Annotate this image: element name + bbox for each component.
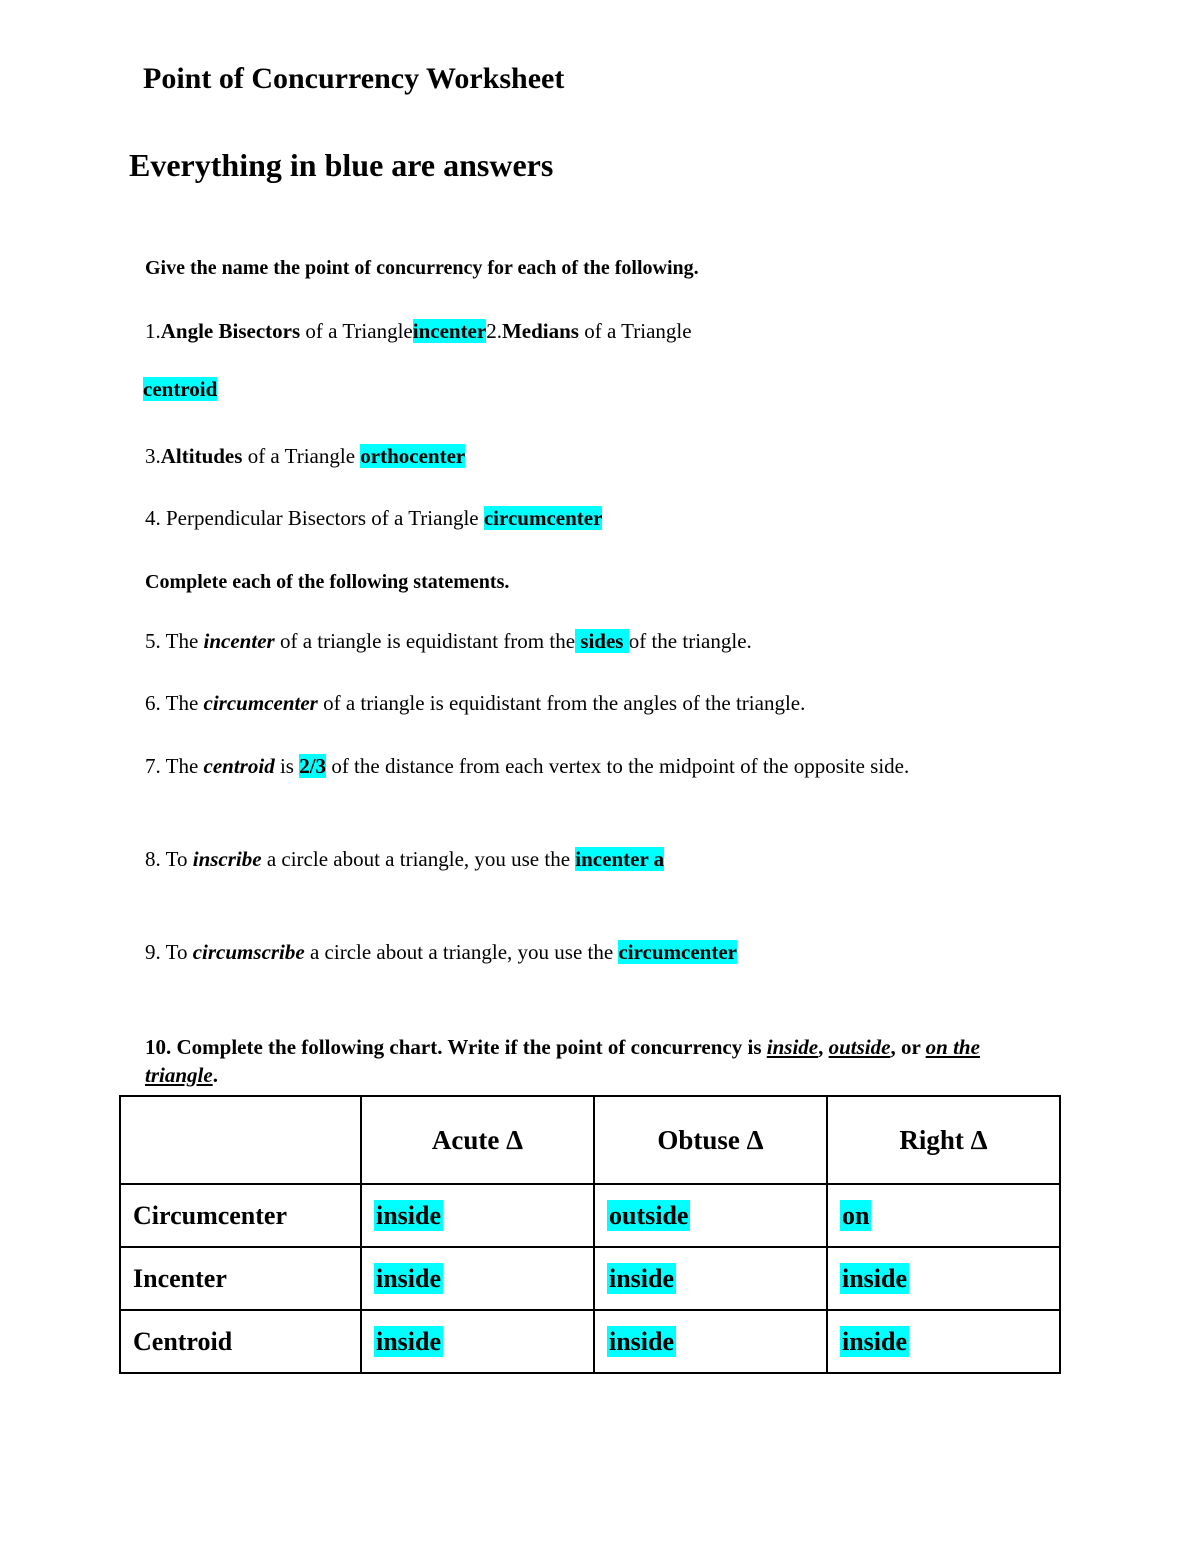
cell-value: inside xyxy=(607,1262,677,1294)
question-6-term: circumcenter xyxy=(203,691,318,715)
question-10-text-end: . xyxy=(212,1063,218,1088)
question-6-number: 6. xyxy=(145,691,161,715)
row-label-circumcenter: Circumcenter xyxy=(119,1183,362,1248)
cell-circumcenter-acute: inside xyxy=(360,1183,595,1248)
question-1-term: Angle Bisectors xyxy=(160,319,301,343)
question-9-text-start: To xyxy=(160,940,193,964)
question-5-text-end: of the triangle. xyxy=(628,629,752,653)
question-5-text-mid: of a triangle is equidistant from the xyxy=(274,629,576,653)
table-row: Circumcenter inside outside on xyxy=(119,1183,1061,1248)
page-title: Point of Concurrency Worksheet xyxy=(143,62,565,95)
question-8-term: inscribe xyxy=(192,847,262,871)
question-1-number: 1. xyxy=(145,319,161,343)
question-7-number: 7. xyxy=(145,754,161,778)
cell-value: inside xyxy=(374,1262,444,1294)
question-2-text: of a Triangle xyxy=(578,319,692,343)
question-5-term: incenter xyxy=(203,629,275,653)
table-row: Centroid inside inside inside xyxy=(119,1309,1061,1374)
question-6-text-start: The xyxy=(160,691,204,715)
question-10-text-comma: , xyxy=(818,1035,829,1059)
cell-incenter-obtuse: inside xyxy=(593,1246,828,1311)
cell-incenter-right: inside xyxy=(826,1246,1061,1311)
worksheet-page: Point of Concurrency Worksheet Everythin… xyxy=(0,0,1200,1553)
question-9-term: circumscribe xyxy=(192,940,305,964)
question-8-text-mid: a circle about a triangle, you use the xyxy=(261,847,576,871)
question-7-text-end: of the distance from each vertex to the … xyxy=(326,754,910,778)
cell-incenter-acute: inside xyxy=(360,1246,595,1311)
page-subtitle: Everything in blue are answers xyxy=(129,147,554,183)
question-10-number: 10. xyxy=(145,1035,172,1059)
question-8-number: 8. xyxy=(145,847,161,871)
question-7-text-mid: is xyxy=(274,754,300,778)
question-3: 3.Altitudes of a Triangle orthocenter xyxy=(145,442,466,470)
question-7-text-start: The xyxy=(160,754,204,778)
question-5-number: 5. xyxy=(145,629,161,653)
question-2-answer-line: centroid xyxy=(143,375,218,403)
cell-centroid-obtuse: inside xyxy=(593,1309,828,1374)
question-5-text-start: The xyxy=(160,629,204,653)
cell-value: inside xyxy=(840,1262,910,1294)
cell-centroid-acute: inside xyxy=(360,1309,595,1374)
question-7-term: centroid xyxy=(203,754,275,778)
question-8-text-start: To xyxy=(160,847,193,871)
question-9-text-mid: a circle about a triangle, you use the xyxy=(304,940,619,964)
question-10-term-outside: outside xyxy=(828,1035,891,1059)
question-10-term-inside: inside xyxy=(766,1035,819,1059)
question-6-text-end: of a triangle is equidistant from the an… xyxy=(317,691,806,715)
question-8-answer: incenter a xyxy=(575,847,665,871)
table-header-right: Right Δ xyxy=(826,1095,1061,1185)
question-1-answer: incenter xyxy=(412,319,487,343)
question-1: 1.Angle Bisectors of a Triangleincenter2… xyxy=(145,317,692,345)
cell-circumcenter-right: on xyxy=(826,1183,1061,1248)
cell-value: on xyxy=(840,1199,872,1231)
question-3-number: 3. xyxy=(145,444,161,468)
question-10-instruction: 10. Complete the following chart. Write … xyxy=(145,1033,1050,1090)
question-9-answer: circumcenter xyxy=(618,940,737,964)
table-header-obtuse: Obtuse Δ xyxy=(593,1095,828,1185)
question-6: 6. The circumcenter of a triangle is equ… xyxy=(145,689,805,717)
question-2-term: Medians xyxy=(501,319,579,343)
question-4-number: 4. xyxy=(145,506,161,530)
cell-value: outside xyxy=(607,1199,691,1231)
question-9: 9. To circumscribe a circle about a tria… xyxy=(145,938,737,966)
cell-value: inside xyxy=(840,1325,910,1357)
question-3-term: Altitudes xyxy=(160,444,243,468)
question-5: 5. The incenter of a triangle is equidis… xyxy=(145,627,752,655)
statements-section-heading: Complete each of the following statement… xyxy=(145,571,510,593)
cell-circumcenter-obtuse: outside xyxy=(593,1183,828,1248)
table-header-corner-cell xyxy=(119,1095,362,1185)
cell-value: inside xyxy=(607,1325,677,1357)
question-3-answer: orthocenter xyxy=(360,444,466,468)
table-row: Incenter inside inside inside xyxy=(119,1246,1061,1311)
cell-value: inside xyxy=(374,1199,444,1231)
concurrency-chart-table: Acute Δ Obtuse Δ Right Δ Circumcenter in… xyxy=(119,1095,1061,1374)
question-10-text-or: , or xyxy=(890,1035,926,1059)
question-4-text: Perpendicular Bisectors of a Triangle xyxy=(160,506,484,530)
question-1-text: of a Triangle xyxy=(300,319,413,343)
question-7: 7. The centroid is 2/3 of the distance f… xyxy=(145,752,1025,780)
question-7-answer: 2/3 xyxy=(299,754,327,778)
table-header-row: Acute Δ Obtuse Δ Right Δ xyxy=(119,1095,1061,1185)
question-4: 4. Perpendicular Bisectors of a Triangle… xyxy=(145,504,603,532)
question-5-answer: sides xyxy=(575,629,629,653)
table-header-acute: Acute Δ xyxy=(360,1095,595,1185)
row-label-centroid: Centroid xyxy=(119,1309,362,1374)
naming-section-heading: Give the name the point of concurrency f… xyxy=(145,257,699,279)
cell-value: inside xyxy=(374,1325,444,1357)
question-2-answer: centroid xyxy=(143,377,218,401)
question-8: 8. To inscribe a circle about a triangle… xyxy=(145,845,665,873)
cell-centroid-right: inside xyxy=(826,1309,1061,1374)
question-2-number: 2. xyxy=(486,319,502,343)
question-4-answer: circumcenter xyxy=(483,506,603,530)
question-9-number: 9. xyxy=(145,940,161,964)
question-3-text: of a Triangle xyxy=(242,444,361,468)
row-label-incenter: Incenter xyxy=(119,1246,362,1311)
question-10-text-start: Complete the following chart. Write if t… xyxy=(171,1035,767,1059)
